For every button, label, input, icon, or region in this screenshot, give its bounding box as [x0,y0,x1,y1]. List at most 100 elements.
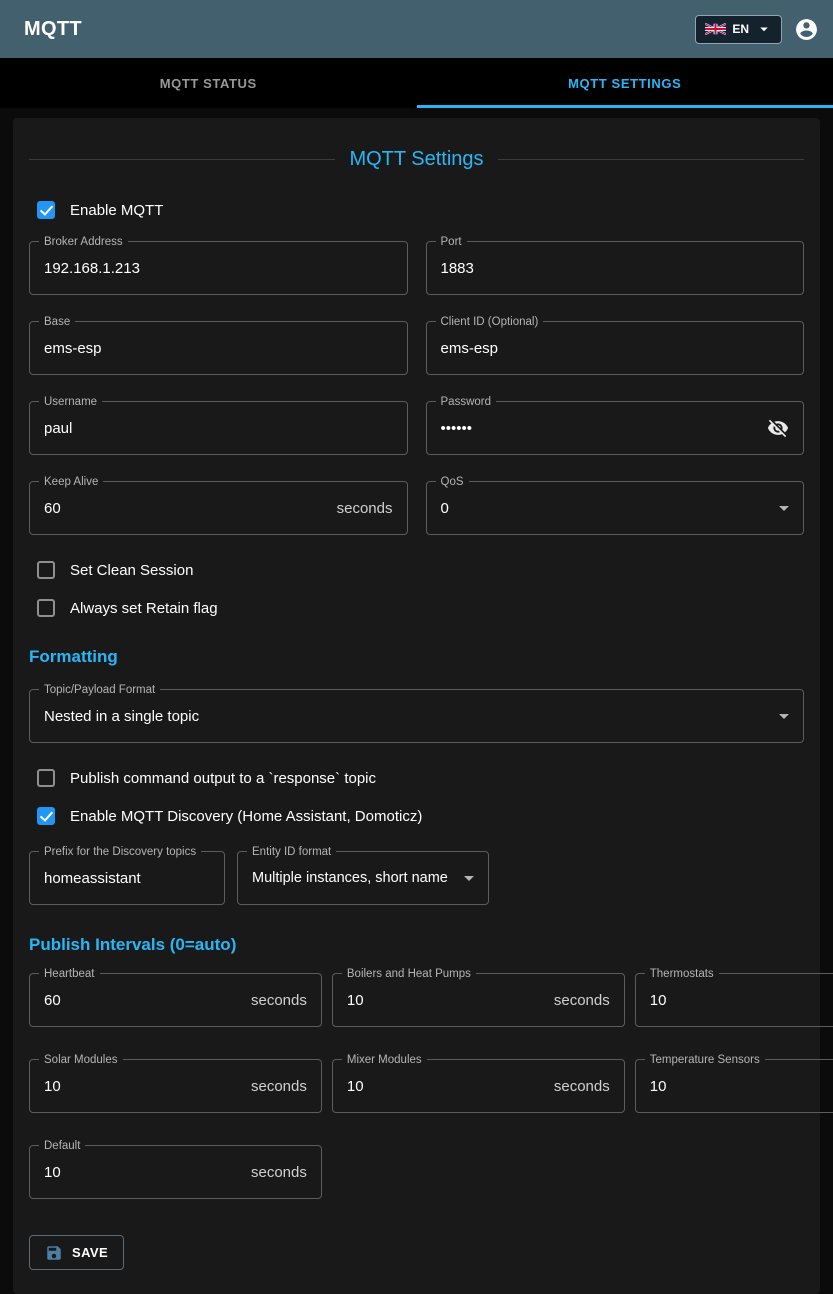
thermostats-interval-input[interactable] [650,992,833,1009]
qos-select[interactable]: QoS 0 [426,481,805,535]
mixer-interval-field[interactable]: Mixer Modules seconds [332,1059,625,1113]
tab-mqtt-status[interactable]: MQTT STATUS [0,58,417,108]
default-interval-input[interactable] [44,1164,243,1181]
interval-suffix: seconds [554,992,610,1009]
tab-bar: MQTT STATUS MQTT SETTINGS [0,58,833,108]
keep-alive-suffix: seconds [337,500,393,517]
account-icon[interactable] [794,17,819,42]
port-label: Port [436,235,467,249]
solar-interval-field[interactable]: Solar Modules seconds [29,1059,322,1113]
entity-id-format-select[interactable]: Entity ID format Multiple instances, sho… [237,851,489,905]
client-id-field[interactable]: Client ID (Optional) [426,321,805,375]
discovery-prefix-field[interactable]: Prefix for the Discovery topics [29,851,225,905]
publish-intervals-heading: Publish Intervals (0=auto) [29,935,804,955]
clean-session-checkbox[interactable] [37,561,55,579]
discovery-prefix-input[interactable] [44,870,210,887]
enable-mqtt-checkbox[interactable] [37,201,55,219]
formatting-heading: Formatting [29,647,804,667]
retain-flag-row: Always set Retain flag [29,599,804,617]
interval-suffix: seconds [554,1078,610,1095]
visibility-off-icon[interactable] [759,417,789,439]
interval-suffix: seconds [251,1078,307,1095]
clean-session-label[interactable]: Set Clean Session [70,562,193,579]
clean-session-row: Set Clean Session [29,561,804,579]
base-field[interactable]: Base [29,321,408,375]
page-title: MQTT Settings [349,148,483,171]
save-button-label: SAVE [72,1245,108,1260]
language-label: EN [732,22,749,36]
discovery-label[interactable]: Enable MQTT Discovery (Home Assistant, D… [70,808,422,825]
dropdown-arrow-icon [779,714,789,719]
page-title-row: MQTT Settings [29,148,804,171]
dropdown-arrow-icon [464,876,474,881]
tab-mqtt-settings[interactable]: MQTT SETTINGS [417,58,833,108]
retain-flag-checkbox[interactable] [37,599,55,617]
discovery-row-checkbox: Enable MQTT Discovery (Home Assistant, D… [29,807,804,825]
password-input[interactable] [441,420,760,437]
thermostats-interval-field[interactable]: Thermostats seconds [635,973,833,1027]
chevron-down-icon [755,20,773,38]
discovery-fields: Prefix for the Discovery topics Entity I… [29,851,804,905]
username-field[interactable]: Username [29,401,408,455]
username-input[interactable] [44,420,393,437]
temperature-interval-input[interactable] [650,1078,833,1095]
intervals-grid: Heartbeat seconds Boilers and Heat Pumps… [29,973,804,1199]
broker-address-field[interactable]: Broker Address [29,241,408,295]
appbar-actions: EN [695,15,819,44]
port-field[interactable]: Port [426,241,805,295]
save-button[interactable]: SAVE [29,1235,124,1270]
heartbeat-interval-input[interactable] [44,992,243,1009]
publish-response-label[interactable]: Publish command output to a `response` t… [70,770,376,787]
password-label: Password [436,395,497,409]
topic-format-select[interactable]: Topic/Payload Format Nested in a single … [29,689,804,743]
enable-mqtt-label[interactable]: Enable MQTT [70,202,163,219]
entity-id-format-value: Multiple instances, short name [252,870,456,886]
interval-label: Mixer Modules [342,1053,427,1067]
interval-label: Default [39,1139,85,1153]
mixer-interval-input[interactable] [347,1078,546,1095]
port-input[interactable] [441,260,790,277]
keep-alive-input[interactable] [44,500,329,517]
appbar: MQTT EN [0,0,833,58]
username-label: Username [39,395,102,409]
connection-fields: Broker Address Port Base Client ID (Opti… [29,241,804,535]
discovery-prefix-label: Prefix for the Discovery topics [39,845,201,859]
interval-suffix: seconds [251,992,307,1009]
app-title: MQTT [24,18,695,41]
client-id-label: Client ID (Optional) [436,315,544,329]
password-field[interactable]: Password [426,401,805,455]
enable-mqtt-row: Enable MQTT [29,201,804,219]
base-input[interactable] [44,340,393,357]
boilers-interval-input[interactable] [347,992,546,1009]
qos-label: QoS [436,475,469,489]
interval-label: Solar Modules [39,1053,123,1067]
heartbeat-interval-field[interactable]: Heartbeat seconds [29,973,322,1027]
temperature-interval-field[interactable]: Temperature Sensors seconds [635,1059,833,1113]
dropdown-arrow-icon [779,506,789,511]
default-interval-field[interactable]: Default seconds [29,1145,322,1199]
broker-address-label: Broker Address [39,235,128,249]
broker-address-input[interactable] [44,260,393,277]
language-button[interactable]: EN [695,15,782,44]
discovery-checkbox[interactable] [37,807,55,825]
keep-alive-field[interactable]: Keep Alive seconds [29,481,408,535]
publish-response-row: Publish command output to a `response` t… [29,769,804,787]
entity-id-format-label: Entity ID format [247,845,336,859]
interval-label: Thermostats [645,967,719,981]
base-label: Base [39,315,75,329]
topic-format-label: Topic/Payload Format [39,683,160,697]
solar-interval-input[interactable] [44,1078,243,1095]
interval-label: Heartbeat [39,967,100,981]
topic-format-value: Nested in a single topic [44,708,771,725]
client-id-input[interactable] [441,340,790,357]
qos-value: 0 [441,500,772,517]
retain-flag-label[interactable]: Always set Retain flag [70,600,218,617]
divider [29,159,335,160]
interval-label: Boilers and Heat Pumps [342,967,476,981]
publish-response-checkbox[interactable] [37,769,55,787]
uk-flag-icon [705,23,726,35]
boilers-interval-field[interactable]: Boilers and Heat Pumps seconds [332,973,625,1027]
interval-label: Temperature Sensors [645,1053,765,1067]
settings-card: MQTT Settings Enable MQTT Broker Address… [13,118,820,1294]
divider [498,159,804,160]
